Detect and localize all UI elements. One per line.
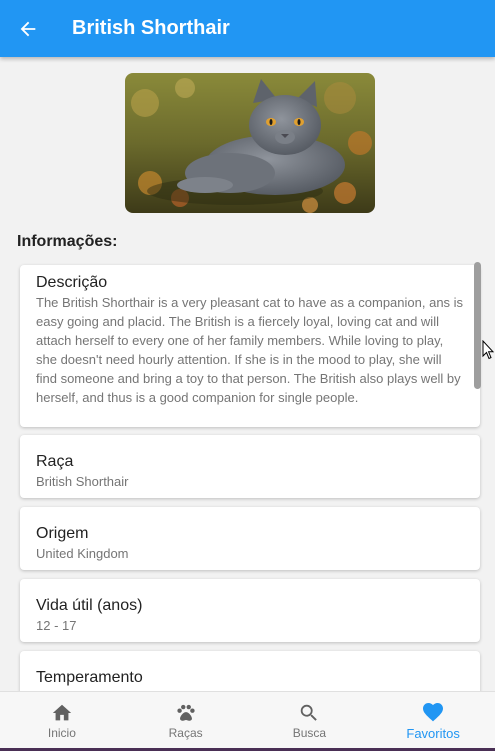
- nav-item-racas[interactable]: Raças: [124, 692, 248, 749]
- card-title: Descrição: [36, 274, 108, 291]
- nav-label: Inicio: [47, 725, 76, 740]
- card-description: Descrição The British Shorthair is a ver…: [20, 265, 480, 427]
- heart-icon: [423, 703, 444, 722]
- card-title: Origem: [36, 525, 89, 542]
- cat-photo: [125, 73, 375, 213]
- card-title: Raça: [36, 453, 74, 470]
- card-breed: Raça British Shorthair: [20, 435, 480, 498]
- card-value: British Shorthair: [36, 474, 129, 489]
- card-value: United Kingdom: [36, 546, 129, 561]
- card-value: 12 - 17: [36, 618, 77, 633]
- section-title: Informações:: [17, 233, 118, 250]
- nav-label: Busca: [292, 725, 327, 740]
- card-title: Vida útil (anos): [36, 597, 143, 614]
- card-value: The British Shorthair is a very pleasant…: [36, 295, 464, 405]
- nav-item-busca[interactable]: Busca: [248, 692, 372, 749]
- nav-item-inicio[interactable]: Inicio: [0, 692, 124, 749]
- card-title: Temperamento: [36, 669, 143, 686]
- scrollbar-thumb[interactable]: [474, 262, 481, 389]
- app-bar: British Shorthair: [0, 0, 495, 57]
- search-icon: [301, 704, 318, 721]
- nav-label: Raças: [168, 725, 203, 740]
- card-origin: Origem United Kingdom: [20, 507, 480, 570]
- card-temperament: Temperamento: [20, 651, 480, 691]
- nav-label: Favoritos: [406, 726, 460, 741]
- details-content[interactable]: Informações: Descrição The British Short…: [0, 57, 495, 691]
- home-icon: [52, 704, 72, 720]
- paw-icon: [177, 704, 195, 721]
- card-lifespan: Vida útil (anos) 12 - 17: [20, 579, 480, 642]
- page-title: British Shorthair: [72, 17, 230, 39]
- bottom-navigation: Inicio Raças Busca Favoritos: [0, 691, 495, 749]
- nav-item-favoritos[interactable]: Favoritos: [371, 692, 495, 749]
- back-button[interactable]: [0, 0, 56, 57]
- arrow-left-icon: [20, 21, 36, 36]
- mouse-cursor-icon: [482, 340, 494, 360]
